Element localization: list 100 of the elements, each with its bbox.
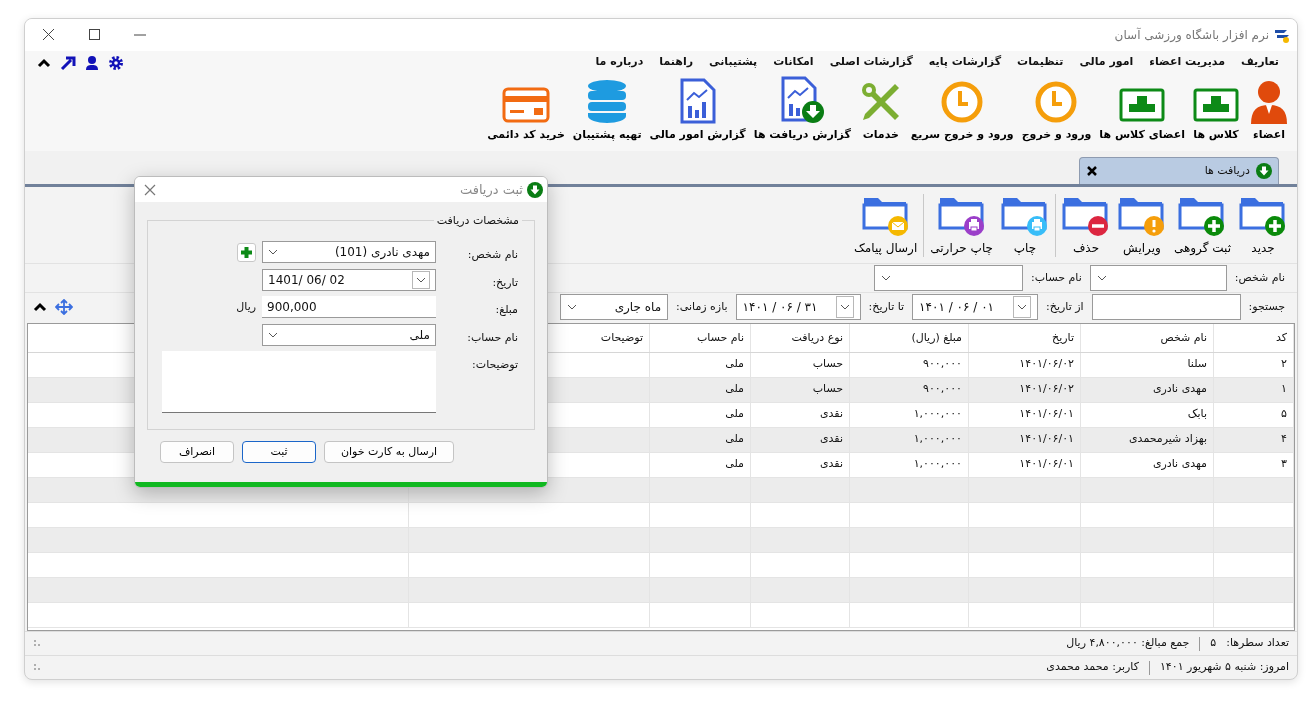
toolbar-button[interactable]: ویرایش	[1115, 194, 1168, 257]
arrow-icon[interactable]	[60, 54, 76, 71]
table-cell: بهزاد شیرمحمدی	[1080, 427, 1214, 452]
table-cell: ۱۴۰۱/۰۶/۰۲	[968, 352, 1081, 377]
table-cell: ۱	[1213, 377, 1294, 402]
field-label: جستجو:	[1247, 298, 1286, 315]
tab[interactable]: دریافت ها	[1079, 157, 1279, 184]
dropdown-icon[interactable]	[416, 276, 426, 283]
resize-grip-icon[interactable]	[33, 662, 43, 673]
ribbon-button[interactable]: گزارش امور مالی	[647, 77, 748, 143]
ribbon-button[interactable]: گزارش دریافت ها	[751, 75, 853, 143]
toolbar-button[interactable]: جدید	[1237, 194, 1289, 257]
toolbar-button[interactable]: حذف	[1059, 194, 1112, 257]
dropdown-icon[interactable]	[268, 249, 278, 256]
field-label: بازه زمانی:	[675, 298, 729, 315]
ribbon-button[interactable]: تهیه پشتیبان	[570, 77, 644, 143]
ribbon-button[interactable]: خدمات	[856, 79, 905, 143]
menu-item[interactable]: گزارشات اصلی	[821, 54, 921, 71]
menu-item[interactable]: پشتیبانی	[701, 54, 766, 71]
ribbon-button[interactable]: کلاس ها	[1191, 83, 1241, 143]
dropdown-field[interactable]: مهدی نادری (101)	[262, 241, 436, 264]
clock-icon	[1034, 79, 1079, 124]
column-header[interactable]: مبلغ (ریال)	[849, 324, 969, 352]
field-label: نام شخص:	[1233, 269, 1286, 286]
menu-item[interactable]: تنظیمات	[1009, 54, 1072, 71]
toolbar-button[interactable]: چاپ	[998, 194, 1051, 257]
toolbar-button[interactable]: ثبت گروهی	[1171, 194, 1233, 257]
table-cell: ۹۰۰,۰۰۰	[849, 377, 969, 402]
dropdown-icon[interactable]	[1096, 275, 1107, 281]
menu-item[interactable]: امکانات	[765, 54, 822, 71]
table-cell: ۹۰۰,۰۰۰	[849, 352, 969, 377]
table-cell: ۴	[1213, 427, 1294, 452]
add-button[interactable]	[237, 242, 256, 262]
collapse-icon[interactable]	[37, 57, 51, 68]
table-cell: ۳	[1213, 452, 1294, 477]
table-cell: ملی	[649, 352, 751, 377]
menu-item[interactable]: مدیریت اعضاء	[1141, 54, 1233, 71]
menu-item[interactable]: راهنما	[651, 54, 701, 71]
search-field[interactable]	[1091, 294, 1241, 320]
field-label: نام حساب:	[466, 329, 519, 346]
column-header[interactable]: نوع دریافت	[750, 324, 850, 352]
dropdown-field[interactable]	[1089, 265, 1227, 291]
menu-item[interactable]: درباره ما	[587, 54, 652, 71]
status-text: امروز: شنبه ۵ شهریور ۱۴۰۱	[1159, 659, 1289, 676]
settings-icon[interactable]	[108, 54, 124, 71]
table-cell: نقدی	[750, 452, 850, 477]
column-header[interactable]: نام حساب	[649, 324, 751, 352]
column-header[interactable]: نام شخص	[1080, 324, 1214, 352]
move-icon[interactable]	[55, 299, 73, 315]
ribbon-button[interactable]: ورود و خروج سریع	[908, 79, 1016, 143]
dropdown-field[interactable]: ماه جاری	[560, 294, 669, 320]
menu-item[interactable]: گزارشات پایه	[920, 54, 1010, 71]
ribbon-button[interactable]: خرید کد دائمی	[485, 85, 567, 143]
toolbar-button[interactable]: ارسال پیامک	[852, 194, 920, 257]
card-icon	[502, 85, 550, 124]
dropdown-field[interactable]: ملی	[262, 323, 436, 346]
column-header[interactable]: تاریخ	[968, 324, 1081, 352]
table-cell: ملی	[649, 452, 751, 477]
dropdown-icon[interactable]	[567, 304, 578, 310]
dialog-button[interactable]: ارسال به کارت خوان	[324, 441, 454, 463]
date-field[interactable]: 1401/ 06/ 02	[262, 268, 436, 291]
close-icon[interactable]	[1086, 165, 1098, 177]
status-text: کاربر: محمد محمدی	[1046, 659, 1139, 676]
column-header[interactable]: کد	[1213, 324, 1294, 352]
field-label: نام حساب:	[1030, 269, 1083, 286]
field-label: تا تاریخ:	[867, 298, 906, 315]
ribbon-button[interactable]: ورود و خروج	[1019, 79, 1094, 143]
plus-icon	[240, 245, 253, 259]
date-field[interactable]: ۱۴۰۱ / ۰۶ / ۳۱	[735, 294, 861, 320]
database-icon	[586, 77, 629, 124]
toolbar-button[interactable]: چاپ حرارتی	[928, 194, 995, 257]
notes-field[interactable]	[162, 351, 436, 413]
dropdown-field[interactable]	[874, 265, 1023, 291]
clock-icon	[940, 79, 985, 124]
menu-item[interactable]: تعاریف	[1232, 54, 1287, 71]
table-cell: حساب	[750, 377, 850, 402]
table-cell: حساب	[750, 352, 850, 377]
table-cell: ۱۴۰۱/۰۶/۰۱	[968, 402, 1081, 427]
dropdown-icon[interactable]	[268, 331, 278, 338]
menu-item[interactable]: امور مالی	[1071, 54, 1142, 71]
dropdown-icon[interactable]	[839, 304, 850, 310]
person-icon[interactable]	[85, 54, 99, 71]
group-title: مشخصات دریافت	[433, 213, 522, 230]
resize-grip-icon[interactable]	[33, 638, 43, 649]
ribbon-button[interactable]: اعضاء	[1245, 77, 1293, 143]
table-cell: ۲	[1213, 352, 1294, 377]
dropdown-icon[interactable]	[1017, 304, 1028, 310]
download-icon	[1256, 163, 1272, 179]
collapse-icon[interactable]	[33, 302, 47, 312]
table-cell: ۱۴۰۱/۰۶/۰۲	[968, 377, 1081, 402]
amount-field[interactable]: 900,000	[262, 296, 436, 319]
date-field[interactable]: ۱۴۰۱ / ۰۶ / ۰۱	[912, 294, 1039, 320]
ribbon-button[interactable]: اعضای کلاس ها	[1097, 83, 1187, 143]
field-label: مبلغ:	[494, 302, 519, 318]
status-value: ۵	[1210, 635, 1217, 652]
dialog-button[interactable]: انصراف	[160, 441, 234, 463]
dropdown-icon[interactable]	[881, 275, 891, 281]
dialog-button[interactable]: ثبت	[242, 441, 316, 463]
table-cell: ۱,۰۰۰,۰۰۰	[849, 427, 969, 452]
dialog-title: ثبت دریافت	[459, 180, 523, 200]
